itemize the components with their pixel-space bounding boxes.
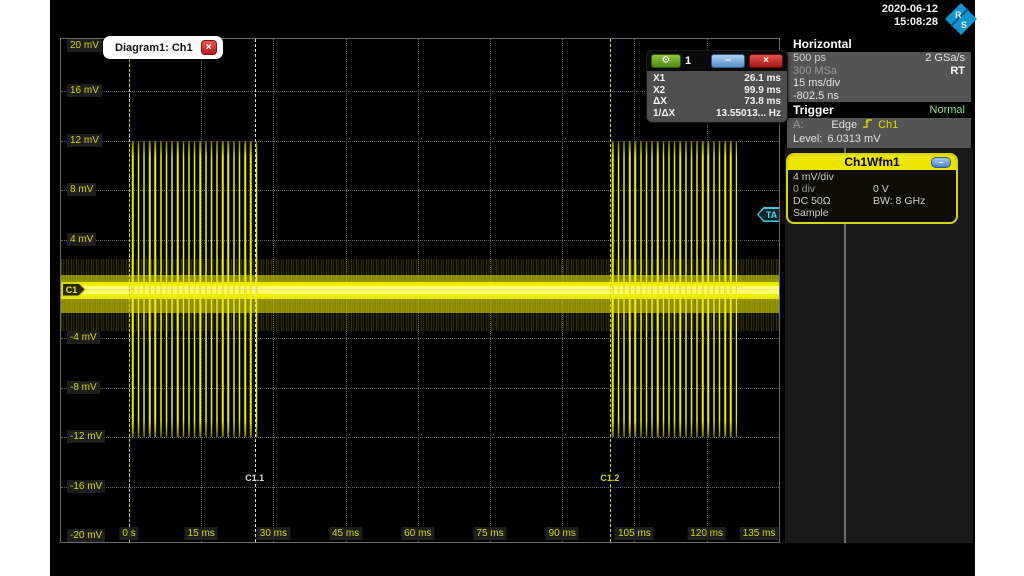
horizontal-resolution: 500 ps: [793, 52, 826, 65]
y-axis-tick-label: 16 mV: [67, 84, 102, 97]
cursor-line-label: C1.2: [598, 473, 621, 483]
x-axis-tick-label: 135 ms: [740, 527, 779, 540]
cursor-results-box[interactable]: ⚙ 1 – × X1 26.1 ms X2 99.9 ms ΔX 73.8 ms 1/…: [646, 50, 788, 123]
cursor-line[interactable]: [255, 39, 256, 542]
cursor-x2-value: 99.9 ms: [744, 85, 781, 97]
trigger-position-line[interactable]: [129, 39, 130, 542]
trigger-level-label: Level:: [793, 133, 822, 146]
y-axis-tick-label: -16 mV: [67, 480, 105, 493]
x-axis-tick-label: 90 ms: [546, 527, 579, 540]
cursor-results-body: X1 26.1 ms X2 99.9 ms ΔX 73.8 ms 1/ΔX 13.550…: [647, 71, 787, 122]
rising-edge-icon: [862, 118, 873, 133]
ch1-offset: 0 V: [873, 183, 889, 195]
trigger-armed-marker: TA: [757, 207, 780, 222]
cursor-settings-button[interactable]: ⚙: [651, 54, 681, 68]
horizontal-acquisition-mode: RT: [950, 65, 965, 78]
ch1-bandwidth: BW: 8 GHz: [873, 195, 925, 207]
cursor-dx-value: 73.8 ms: [744, 96, 781, 108]
x-axis-tick-label: 60 ms: [401, 527, 434, 540]
ch1-decimation-mode: Sample: [793, 207, 951, 219]
datetime-display: 2020-06-12 15:08:28: [800, 3, 938, 29]
y-axis-tick-label: -12 mV: [67, 430, 105, 443]
trigger-mode: Normal: [930, 104, 965, 116]
cursor-minimize-button[interactable]: –: [711, 54, 745, 68]
gridline-horizontal: [61, 487, 779, 488]
diagram-close-button[interactable]: ×: [201, 40, 217, 55]
date-text: 2020-06-12: [800, 3, 938, 16]
horizontal-record-length: 300 MSa: [793, 65, 837, 78]
horizontal-position: -802.5 ns: [793, 90, 839, 103]
horizontal-panel-title: Horizontal: [793, 37, 852, 51]
y-axis-tick-label: 20 mV: [67, 39, 102, 52]
trigger-type: Edge: [831, 119, 857, 132]
trigger-level-value: 6.0313 mV: [827, 133, 880, 146]
signal-bar: Ch1Wfm1 – 4 mV/div 0 div 0 V DC 50Ω BW: …: [785, 148, 973, 543]
ch1wfm1-title: Ch1Wfm1: [844, 155, 899, 169]
oscilloscope-screen: 2020-06-12 15:08:28 R S Diagram1: Ch1 × …: [0, 0, 1024, 576]
trigger-source: Ch1: [878, 119, 898, 132]
ch1wfm1-minimize-button[interactable]: –: [931, 157, 951, 168]
cursor-set-index: 1: [685, 55, 707, 67]
x-axis-tick-label: 120 ms: [687, 527, 726, 540]
x-axis-tick-label: 45 ms: [329, 527, 362, 540]
x-axis-tick-label: 105 ms: [615, 527, 654, 540]
horizontal-panel[interactable]: Horizontal 500 ps 2 GSa/s 300 MSa RT 15 …: [787, 36, 971, 148]
x-axis-tick-label: 75 ms: [473, 527, 506, 540]
horizontal-sample-rate: 2 GSa/s: [925, 52, 965, 65]
cursor-line-label: C1.1: [243, 473, 266, 483]
horizontal-scale: 15 ms/div: [793, 77, 840, 90]
time-text: 15:08:28: [800, 16, 938, 29]
cursor-freq-value: 13.55013... Hz: [716, 108, 781, 120]
x-axis-tick-label: 30 ms: [257, 527, 290, 540]
cursor-close-button[interactable]: ×: [749, 54, 783, 68]
cursor-x1-value: 26.1 ms: [744, 73, 781, 85]
svg-text:R: R: [955, 10, 962, 20]
y-axis-tick-label: 8 mV: [67, 183, 96, 196]
y-axis-tick-label: 12 mV: [67, 134, 102, 147]
ch1-position: 0 div: [793, 183, 873, 195]
cursor-dx-label: ΔX: [653, 96, 667, 108]
ch1wfm1-badge[interactable]: Ch1Wfm1 – 4 mV/div 0 div 0 V DC 50Ω BW: …: [786, 153, 958, 224]
y-axis-tick-label: -20 mV: [67, 529, 105, 542]
trigger-event-label: A:: [793, 119, 803, 132]
rohde-schwarz-logo-icon: R S: [944, 2, 978, 36]
cursor-x1-label: X1: [653, 73, 665, 85]
diagram-tab[interactable]: Diagram1: Ch1 ×: [103, 36, 223, 59]
ch1-scale: 4 mV/div: [793, 171, 951, 183]
trigger-panel-title: Trigger: [793, 103, 834, 117]
channel1-offset-marker[interactable]: C1: [61, 282, 86, 297]
cursor-results-header: ⚙ 1 – ×: [647, 51, 787, 71]
y-axis-tick-label: 4 mV: [67, 233, 96, 246]
gridline-zero-volt: [61, 289, 779, 290]
gridline-horizontal: [61, 437, 779, 438]
diagram-tab-label: Diagram1: Ch1: [115, 42, 193, 54]
cursor-line[interactable]: [610, 39, 611, 542]
cursor-freq-label: 1/ΔX: [653, 108, 675, 120]
y-axis-tick-label: -4 mV: [67, 331, 100, 344]
cursor-x2-label: X2: [653, 85, 665, 97]
y-axis-tick-label: -8 mV: [67, 381, 100, 394]
ch1-coupling: DC 50Ω: [793, 195, 873, 207]
x-axis-tick-label: 15 ms: [185, 527, 218, 540]
svg-text:S: S: [961, 20, 967, 30]
x-axis-tick-label: 0 s: [119, 527, 138, 540]
